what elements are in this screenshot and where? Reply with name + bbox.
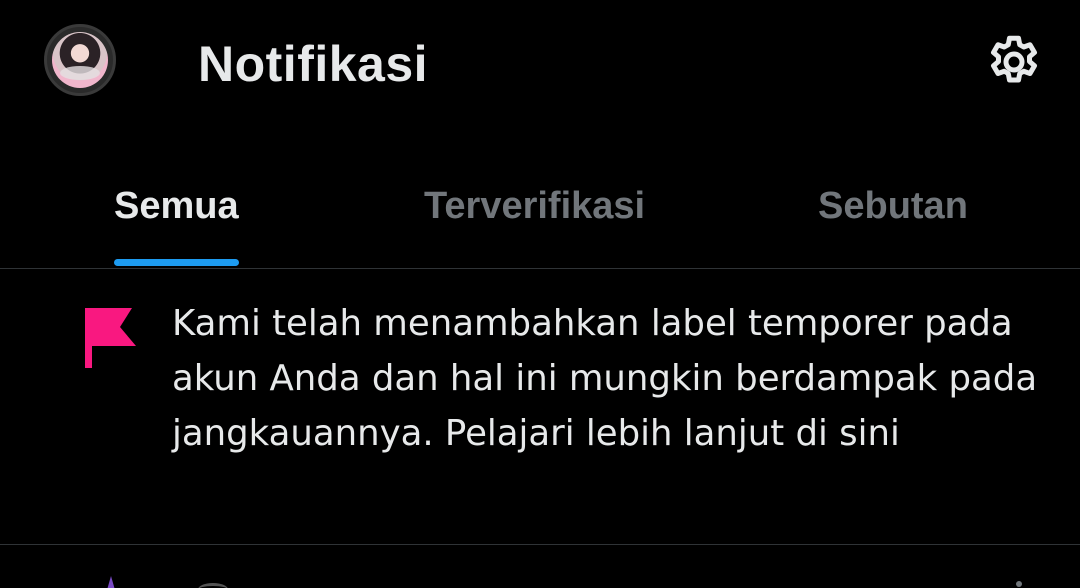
- tab-label: Terverifikasi: [424, 185, 646, 227]
- page-title: Notifikasi: [198, 36, 429, 92]
- profile-avatar[interactable]: [44, 24, 116, 96]
- top-app-bar: Notifikasi: [0, 0, 1080, 130]
- notifications-screen: Notifikasi Semua Terverifikasi Sebutan K…: [0, 0, 1080, 588]
- next-notification-item[interactable]: [0, 545, 1080, 588]
- tab-label: Sebutan: [818, 185, 968, 227]
- tab-terverifikasi[interactable]: Terverifikasi: [424, 170, 645, 268]
- tabs-divider: [0, 268, 1080, 269]
- avatar: [198, 583, 228, 588]
- tab-semua[interactable]: Semua: [114, 170, 239, 268]
- star-icon: [107, 576, 115, 588]
- notification-text: Kami telah menambahkan label temporer pa…: [172, 303, 1038, 454]
- settings-button[interactable]: [980, 28, 1048, 96]
- flag-icon: [85, 308, 136, 368]
- tab-label: Semua: [114, 185, 239, 227]
- notification-item[interactable]: Kami telah menambahkan label temporer pa…: [0, 270, 1080, 543]
- active-tab-indicator: [114, 259, 239, 266]
- avatar-image: [52, 32, 108, 88]
- gear-icon: [991, 35, 1037, 83]
- tab-bar: Semua Terverifikasi Sebutan: [0, 170, 1080, 268]
- tab-sebutan[interactable]: Sebutan: [818, 170, 968, 268]
- more-icon[interactable]: [1016, 581, 1022, 587]
